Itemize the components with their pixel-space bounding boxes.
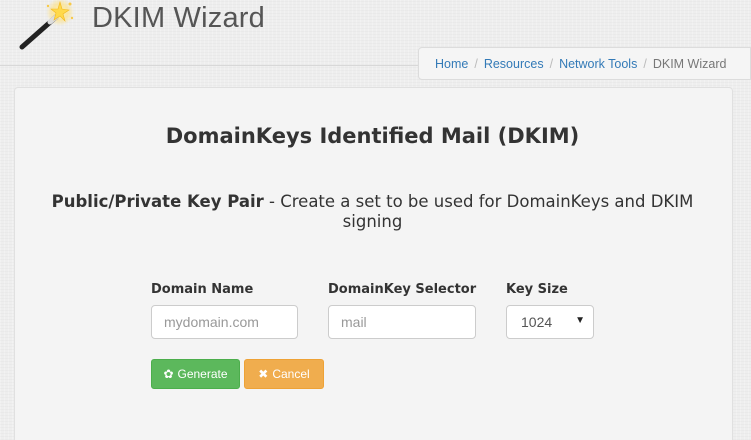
key-size-value: 1024: [521, 314, 553, 330]
domain-name-label: Domain Name: [151, 282, 254, 297]
cancel-button-label: Cancel: [272, 367, 310, 381]
main-heading: DomainKeys Identified Mail (DKIM): [165, 124, 580, 148]
generate-button[interactable]: ✿ Generate: [151, 359, 240, 389]
domainkey-selector-input[interactable]: [328, 305, 476, 339]
cancel-button[interactable]: ✖ Cancel: [244, 359, 324, 389]
generate-button-label: Generate: [177, 367, 228, 381]
breadcrumb-current: DKIM Wizard: [652, 56, 727, 71]
page-title: DKIM Wizard: [92, 2, 265, 34]
key-size-label: Key Size: [506, 282, 568, 297]
header-divider: [0, 65, 420, 66]
breadcrumb-separator: /: [549, 56, 554, 71]
dropdown-arrow-icon: ▼: [575, 315, 585, 326]
gear-icon: ✿: [163, 367, 174, 381]
breadcrumb-separator: /: [643, 56, 647, 71]
subheading: Public/Private Key Pair - Create a set t…: [40, 192, 705, 232]
breadcrumb-separator: /: [474, 56, 478, 71]
subheading-text: - Create a set to be used for DomainKeys…: [263, 192, 694, 231]
domain-name-input[interactable]: [151, 305, 298, 339]
close-icon: ✖: [258, 367, 269, 381]
key-size-select[interactable]: 1024 ▼: [506, 305, 594, 339]
subheading-bold: Public/Private Key Pair: [51, 192, 264, 211]
breadcrumb: Home / Resources / Network Tools / DKIM …: [418, 47, 751, 80]
breadcrumb-network-tools-link[interactable]: Network Tools: [559, 57, 637, 71]
magic-wand-icon: [19, 0, 74, 50]
domainkey-selector-label: DomainKey Selector: [328, 282, 477, 297]
breadcrumb-resources-link[interactable]: Resources: [484, 57, 544, 71]
breadcrumb-home-link[interactable]: Home: [435, 57, 468, 71]
